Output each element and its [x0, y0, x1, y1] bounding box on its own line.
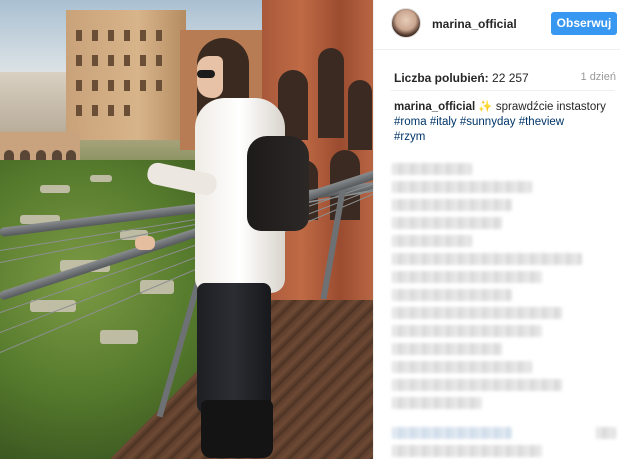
comment-blurred — [392, 397, 482, 409]
backpack — [247, 136, 309, 231]
comment-blurred — [392, 271, 542, 283]
hashtag-link[interactable]: #rzym — [394, 131, 425, 143]
comment-blurred — [392, 343, 502, 355]
sunglasses — [197, 70, 215, 78]
comment-blurred — [392, 445, 542, 457]
comment-blurred — [392, 307, 562, 319]
post-header: marina_official Obserwuj — [374, 0, 620, 50]
likes-count: 22 257 — [492, 71, 529, 85]
hashtag-link[interactable]: #sunnyday — [460, 116, 516, 128]
comment-blurred — [392, 199, 512, 211]
comment-blurred — [392, 163, 472, 175]
photo-building-center — [66, 10, 186, 140]
comment-blurred — [596, 427, 616, 439]
username-link[interactable]: marina_official — [432, 17, 517, 31]
comment-blurred — [392, 181, 532, 193]
hashtag-link[interactable]: #theview — [519, 116, 564, 128]
divider — [391, 90, 615, 91]
caption-text: ✨ sprawdźcie instastory — [478, 101, 606, 113]
likes-counter[interactable]: Liczba polubień: 22 257 — [394, 71, 529, 85]
comment-blurred — [392, 427, 512, 439]
comment-blurred — [392, 289, 512, 301]
post-age[interactable]: 1 dzień — [581, 71, 616, 83]
comment-blurred — [392, 235, 472, 247]
post-caption: marina_official ✨ sprawdźcie instastory … — [394, 100, 614, 145]
comment-blurred — [392, 379, 562, 391]
comment-blurred — [392, 325, 542, 337]
caption-author[interactable]: marina_official — [394, 101, 475, 113]
profile-avatar-icon[interactable] — [391, 8, 421, 38]
post-photo[interactable] — [0, 0, 373, 459]
comment-blurred — [392, 217, 502, 229]
likes-label: Liczba polubień: — [394, 71, 489, 85]
hashtag-link[interactable]: #roma — [394, 116, 427, 128]
follow-button[interactable]: Obserwuj — [551, 12, 617, 35]
comment-blurred — [392, 253, 582, 265]
hashtag-link[interactable]: #italy — [430, 116, 457, 128]
comment-blurred — [392, 361, 532, 373]
post-sidebar: marina_official Obserwuj Liczba polubień… — [373, 0, 620, 459]
photo-building-left — [0, 72, 72, 132]
photo-person — [135, 38, 309, 459]
